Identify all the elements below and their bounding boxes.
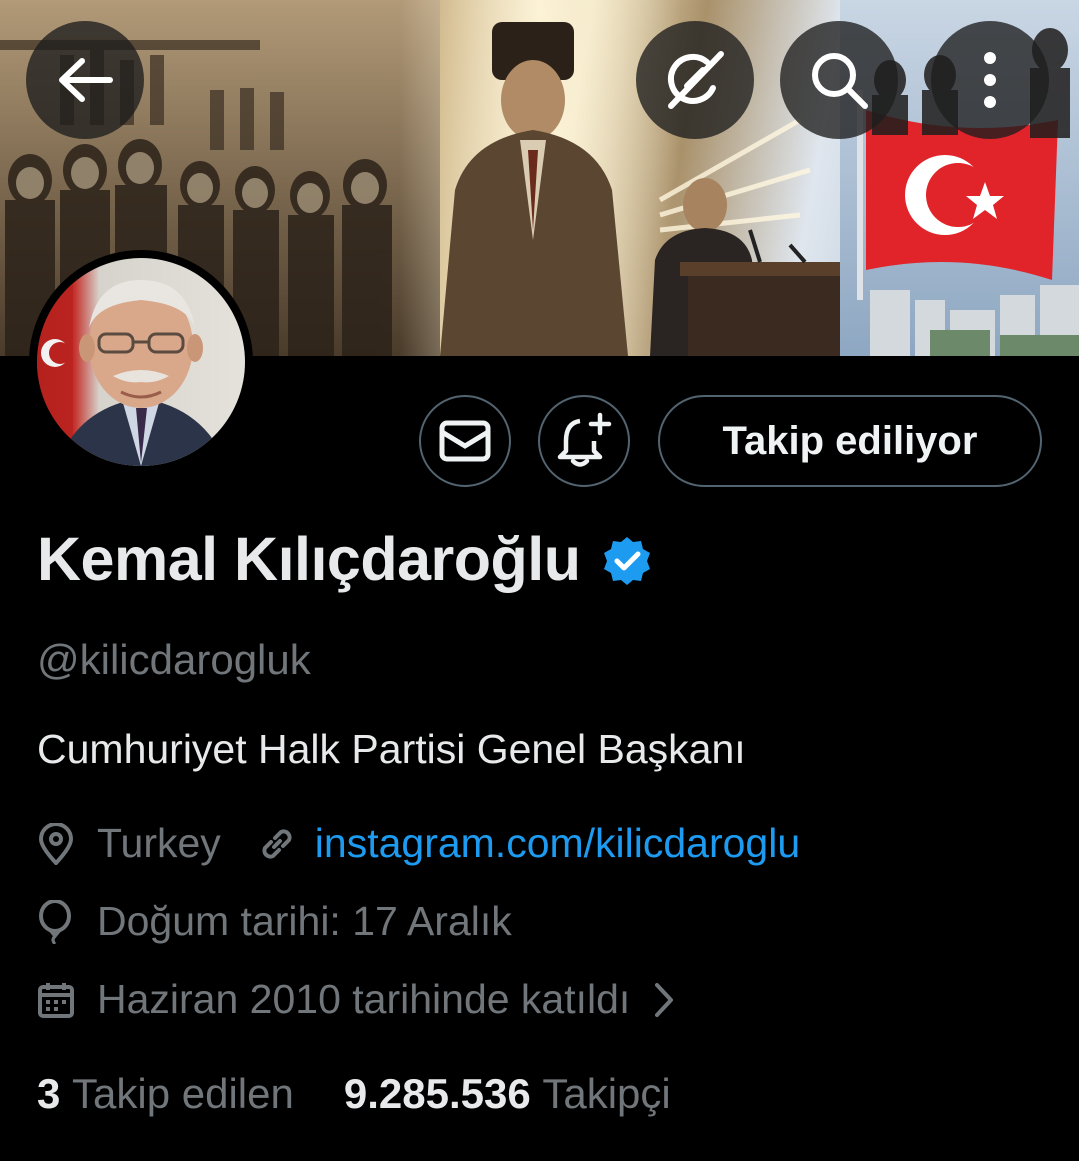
- message-button[interactable]: [419, 395, 511, 487]
- balloon-icon: [39, 899, 71, 944]
- birthday-row: Doğum tarihi: 17 Aralık: [37, 898, 512, 945]
- chevron-right-icon[interactable]: [652, 981, 676, 1019]
- avatar-photo: [37, 258, 245, 466]
- profile-avatar[interactable]: [29, 250, 253, 474]
- location-website-row: Turkey instagram.com/kilicdaroglu: [37, 820, 800, 867]
- search-icon: [812, 53, 868, 109]
- name-row: Kemal Kılıçdaroğlu: [37, 524, 653, 594]
- followers-stat[interactable]: 9.285.536 Takipçi: [344, 1070, 671, 1118]
- envelope-icon: [439, 420, 491, 462]
- grok-button[interactable]: [636, 21, 754, 139]
- website-link[interactable]: instagram.com/kilicdaroglu: [257, 820, 800, 867]
- following-stat[interactable]: 3 Takip edilen: [37, 1070, 294, 1118]
- arrow-left-icon: [59, 58, 113, 102]
- more-options-button[interactable]: [931, 21, 1049, 139]
- back-button[interactable]: [26, 21, 144, 139]
- grok-icon: [667, 51, 724, 109]
- verified-badge-icon[interactable]: [601, 535, 653, 587]
- birthday-text: Doğum tarihi: 17 Aralık: [97, 898, 512, 944]
- followers-count: 9.285.536: [343, 1070, 543, 1117]
- search-button[interactable]: [780, 21, 898, 139]
- calendar-icon: [38, 982, 74, 1018]
- profile-bio: Cumhuriyet Halk Partisi Genel Başkanı: [37, 726, 746, 772]
- display-name: Kemal Kılıçdaroğlu: [37, 525, 581, 593]
- followers-label: Takipçi: [542, 1070, 671, 1117]
- location-text: Turkey: [97, 820, 221, 866]
- notifications-button[interactable]: [538, 395, 630, 487]
- user-handle: @kilicdarogluk: [37, 636, 311, 683]
- link-icon: [262, 828, 292, 859]
- bell-plus-icon: [557, 412, 612, 467]
- following-button[interactable]: Takip ediliyor: [658, 395, 1042, 487]
- follow-stats: 3 Takip edilen 9.285.536 Takipçi: [37, 1070, 721, 1118]
- joined-row[interactable]: Haziran 2010 tarihinde katıldı: [37, 976, 676, 1023]
- following-count: 3: [37, 1070, 73, 1117]
- joined-text: Haziran 2010 tarihinde katıldı: [97, 976, 631, 1022]
- following-label: Takip edilen: [72, 1070, 294, 1117]
- location-pin-icon: [38, 822, 74, 865]
- more-vertical-icon: [984, 52, 996, 108]
- website-url[interactable]: instagram.com/kilicdaroglu: [315, 820, 800, 867]
- podium-figure: [650, 178, 856, 356]
